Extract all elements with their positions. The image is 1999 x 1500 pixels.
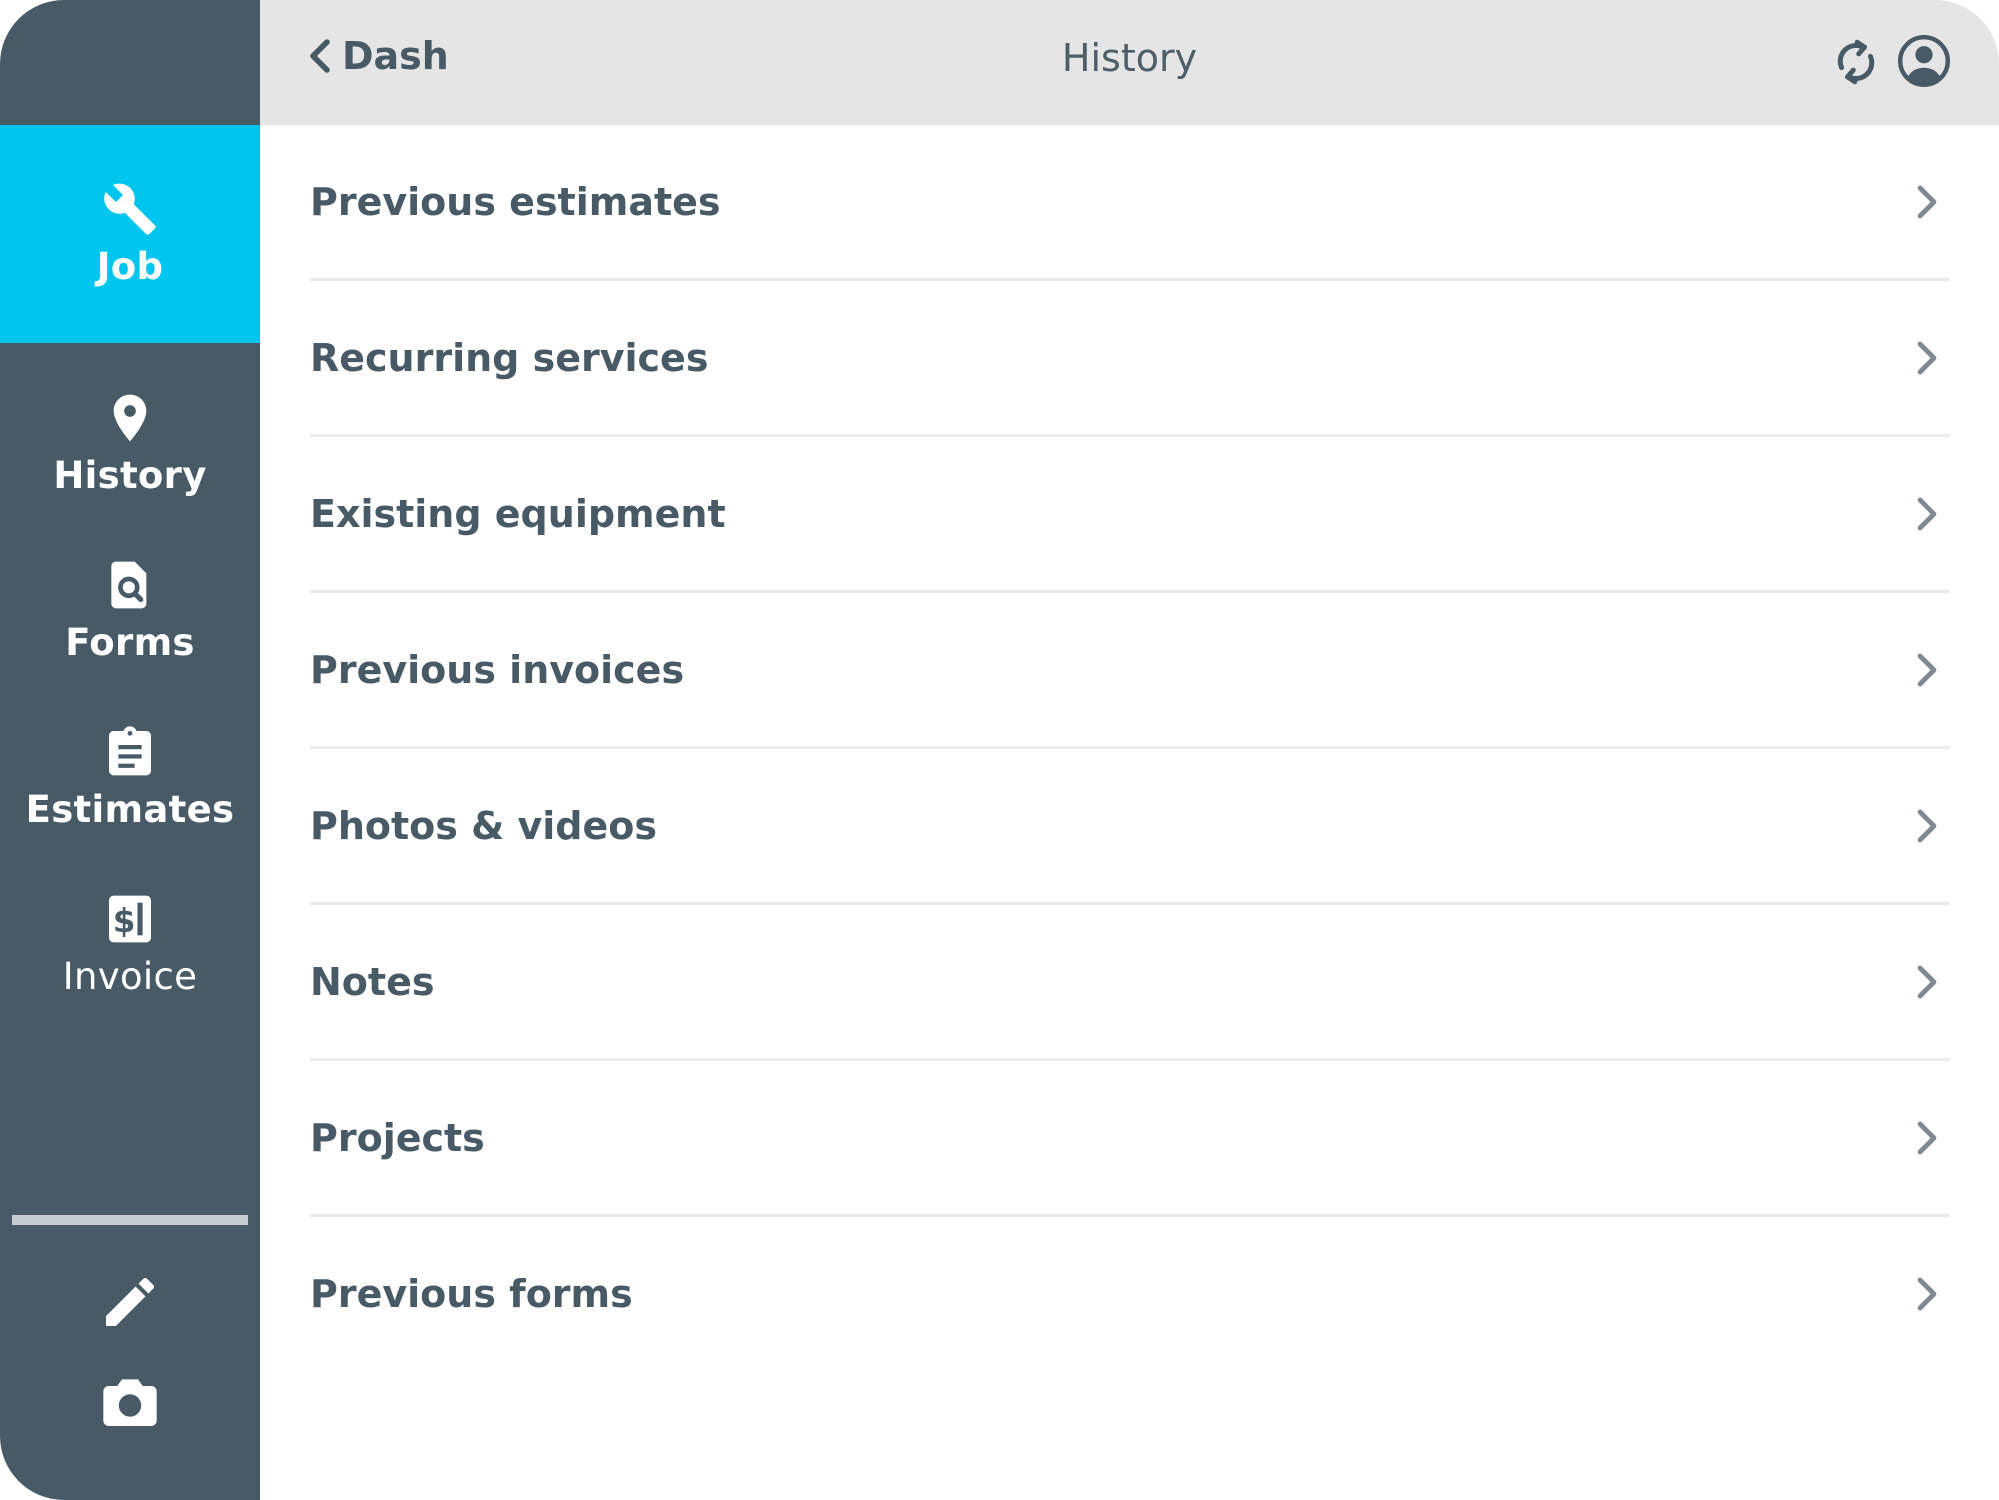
sidebar-divider bbox=[12, 1215, 248, 1225]
chevron-right-icon bbox=[1917, 809, 1937, 842]
list-item[interactable]: Previous estimates bbox=[310, 125, 1950, 281]
sidebar-item-label: Estimates bbox=[25, 788, 235, 831]
chevron-right-icon bbox=[1917, 1277, 1937, 1310]
list-item-label: Notes bbox=[310, 959, 435, 1004]
list-item[interactable]: Notes bbox=[310, 905, 1950, 1061]
list-item-label: Photos & videos bbox=[310, 803, 657, 848]
list-item[interactable]: Existing equipment bbox=[310, 437, 1950, 593]
list-item-label: Existing equipment bbox=[310, 491, 726, 536]
pencil-icon[interactable] bbox=[98, 1270, 162, 1334]
chevron-right-icon bbox=[1917, 497, 1937, 530]
sidebar-item-label: Job bbox=[96, 244, 164, 288]
chevron-right-icon bbox=[1917, 341, 1937, 374]
form-search-icon bbox=[111, 561, 147, 609]
sync-icon[interactable] bbox=[1829, 35, 1883, 89]
sidebar-item-estimates[interactable]: Estimates bbox=[0, 724, 260, 831]
list-item[interactable]: Previous forms bbox=[310, 1217, 1950, 1370]
chevron-right-icon bbox=[1917, 965, 1937, 998]
list-item-label: Previous invoices bbox=[310, 647, 685, 692]
map-pin-icon bbox=[113, 394, 147, 442]
sidebar: Job History Forms Estimates $ Invoice bbox=[0, 0, 260, 1500]
sidebar-item-forms[interactable]: Forms bbox=[0, 557, 260, 664]
sidebar-item-label: Invoice bbox=[62, 955, 198, 998]
list-item[interactable]: Photos & videos bbox=[310, 749, 1950, 905]
chevron-right-icon bbox=[1917, 185, 1937, 218]
sidebar-item-label: History bbox=[53, 454, 207, 497]
list-item-label: Projects bbox=[310, 1115, 485, 1160]
chevron-right-icon bbox=[1917, 653, 1937, 686]
svg-text:$: $ bbox=[113, 902, 136, 940]
chevron-right-icon bbox=[1917, 1121, 1937, 1154]
list-item-label: Previous forms bbox=[310, 1271, 633, 1316]
page-title: History bbox=[1061, 36, 1198, 80]
list-item-label: Previous estimates bbox=[310, 179, 721, 224]
list-item[interactable]: Recurring services bbox=[310, 281, 1950, 437]
sidebar-item-history[interactable]: History bbox=[0, 390, 260, 497]
list-item[interactable]: Projects bbox=[310, 1061, 1950, 1217]
camera-icon[interactable] bbox=[98, 1370, 162, 1434]
clipboard-icon bbox=[109, 726, 151, 776]
sidebar-item-job[interactable]: Job bbox=[0, 125, 260, 343]
app-window: Job History Forms Estimates $ Invoice Da… bbox=[0, 0, 1999, 1500]
list-item[interactable]: Previous invoices bbox=[310, 593, 1950, 749]
list-item-label: Recurring services bbox=[310, 335, 709, 380]
history-list: Previous estimates Recurring services Ex… bbox=[310, 125, 1950, 1370]
sidebar-item-invoice[interactable]: $ Invoice bbox=[0, 891, 260, 998]
invoice-dollar-icon: $ bbox=[109, 895, 151, 943]
account-icon[interactable] bbox=[1896, 33, 1952, 89]
sidebar-item-label: Forms bbox=[65, 621, 195, 664]
wrench-icon bbox=[104, 183, 156, 235]
